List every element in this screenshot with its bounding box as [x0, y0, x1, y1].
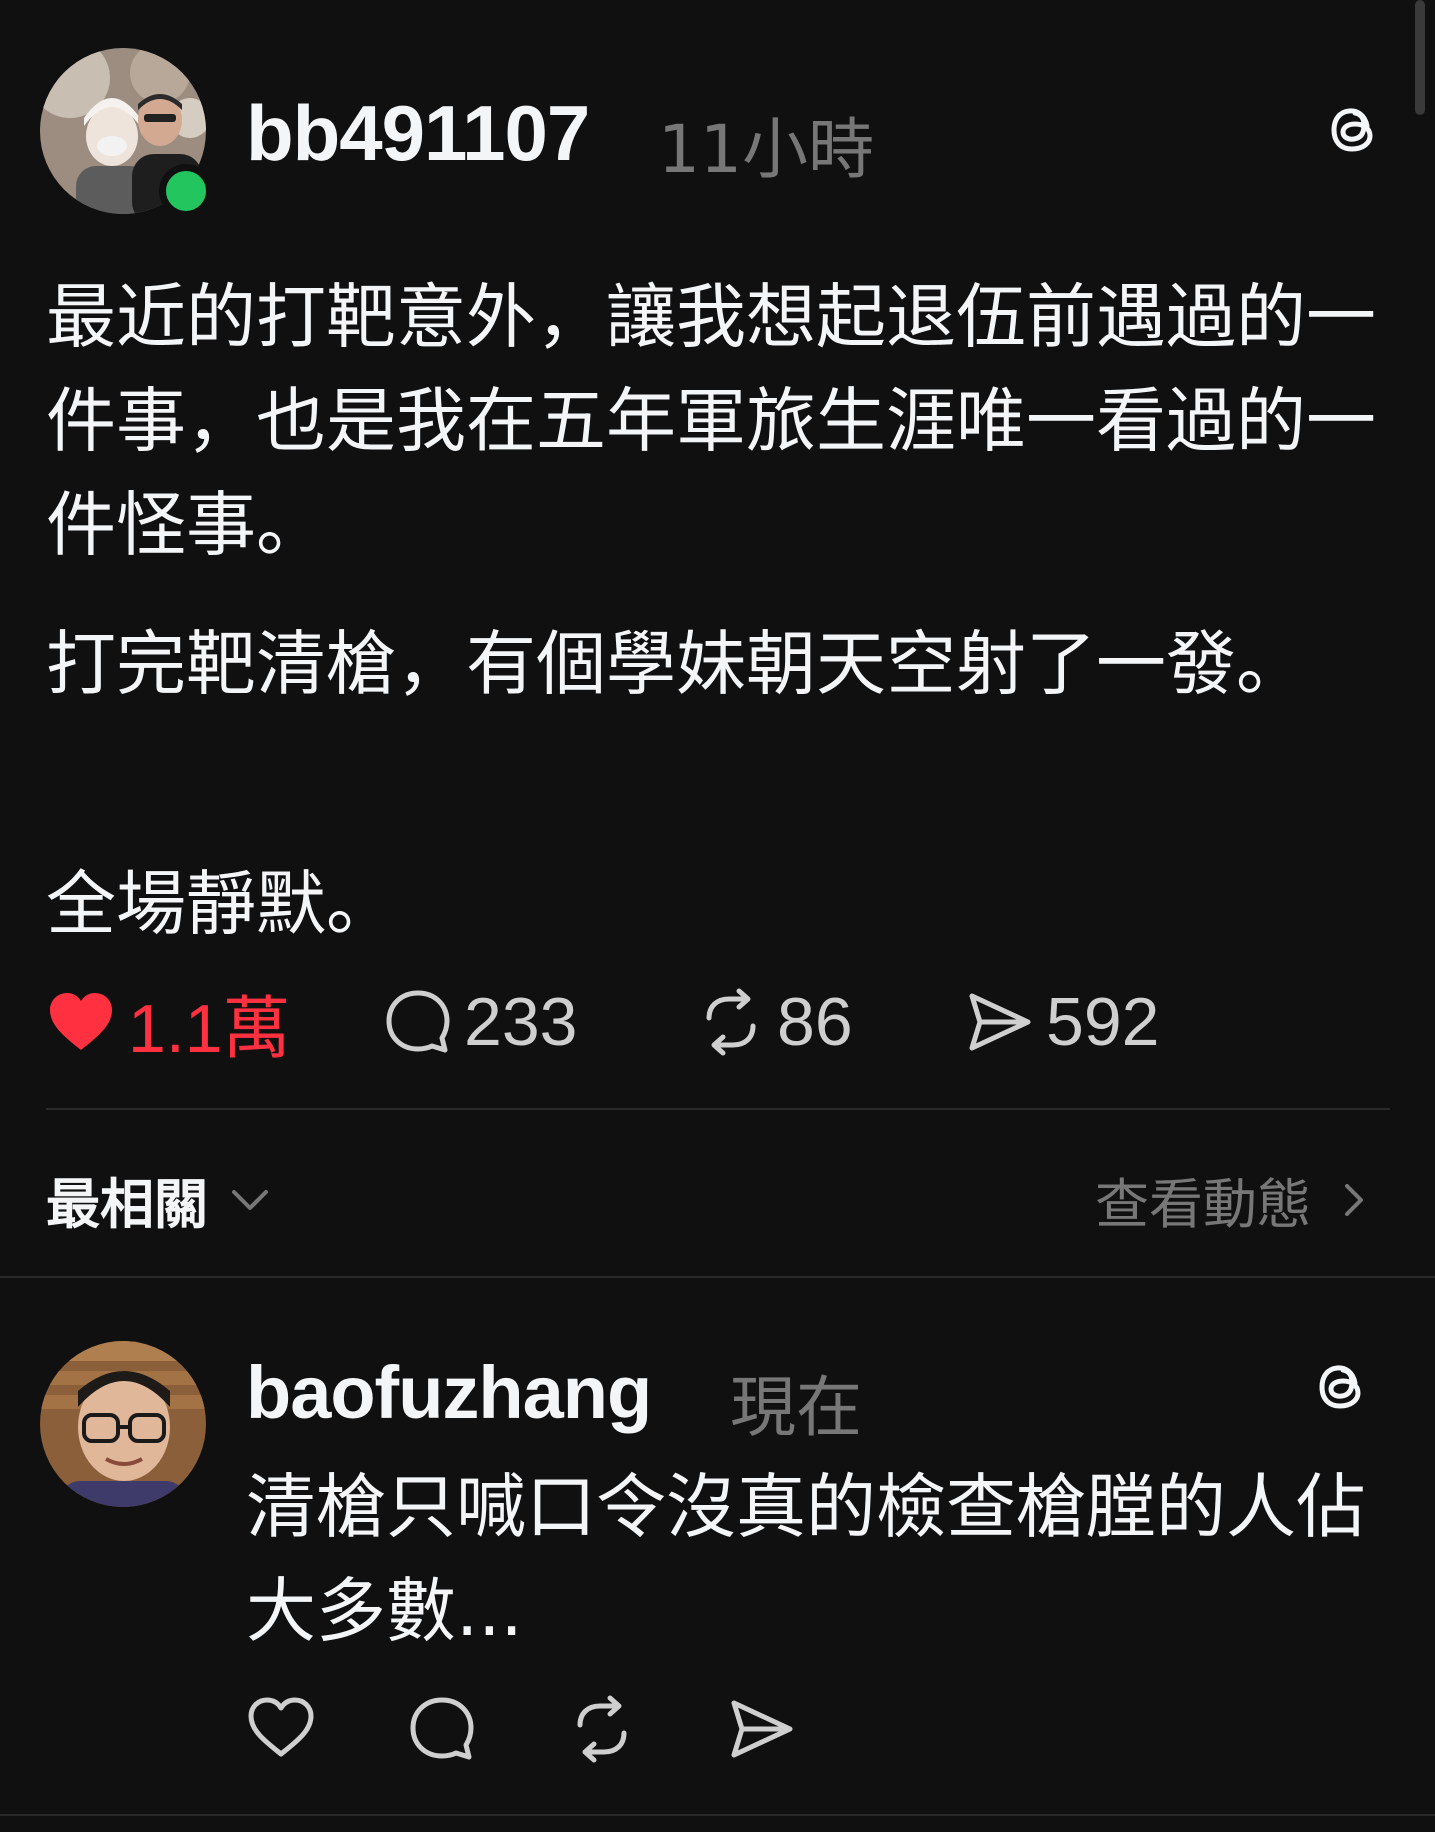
post-paragraph-1: 最近的打靶意外，讓我想起退伍前遇過的一件事，也是我在五年軍旅生涯唯一看過的一件怪… [46, 276, 1376, 566]
section-divider [0, 1276, 1435, 1278]
heart-outline-icon[interactable] [246, 1696, 316, 1760]
reply-count: 233 [464, 984, 578, 1060]
send-icon[interactable] [728, 1695, 796, 1763]
threads-icon[interactable] [1326, 101, 1384, 159]
divider [46, 1108, 1390, 1110]
comment-bubble-icon [386, 990, 450, 1053]
chevron-right-icon [1345, 1183, 1363, 1216]
bottom-divider [0, 1814, 1435, 1816]
comment-bubble-icon[interactable] [408, 1695, 476, 1763]
send-icon [969, 993, 1031, 1051]
reply-post-timestamp: 現在 [730, 1369, 862, 1446]
view-activity-label: 查看動態 [1095, 1173, 1311, 1236]
share-count: 592 [1046, 984, 1160, 1060]
like-button[interactable]: 1.1萬 [46, 982, 291, 1067]
heart-filled-icon [50, 993, 112, 1050]
online-status-indicator [159, 164, 213, 218]
like-count: 1.1萬 [128, 990, 291, 1067]
main-post-timestamp: 11小時 [658, 111, 874, 188]
reply-post-avatar[interactable] [40, 1341, 206, 1507]
reply-button[interactable]: 233 [384, 982, 577, 1062]
share-button[interactable]: 592 [966, 982, 1159, 1062]
repost-count: 86 [777, 984, 853, 1060]
reply-text: 清槍只喊口令沒真的檢查槍膛的人佔大多數... [246, 1466, 1366, 1652]
post-paragraph-3: 全場靜默。 [46, 863, 396, 945]
sort-dropdown[interactable]: 最相關 [46, 1160, 274, 1239]
repost-button[interactable]: 86 [697, 982, 853, 1062]
post-paragraph-2: 打完靶清槍，有個學妹朝天空射了一發。 [46, 623, 1306, 705]
threads-icon[interactable] [1314, 1358, 1372, 1416]
chevron-down-icon [232, 1189, 268, 1210]
repost-icon[interactable] [568, 1695, 636, 1763]
view-activity-link[interactable]: 查看動態 [1095, 1160, 1375, 1239]
main-post-username[interactable]: bb491107 [246, 88, 590, 179]
sort-label: 最相關 [46, 1173, 208, 1236]
reply-post-username[interactable]: baofuzhang [246, 1350, 652, 1435]
scrollbar[interactable] [1415, 0, 1425, 115]
repost-icon [706, 988, 756, 1056]
